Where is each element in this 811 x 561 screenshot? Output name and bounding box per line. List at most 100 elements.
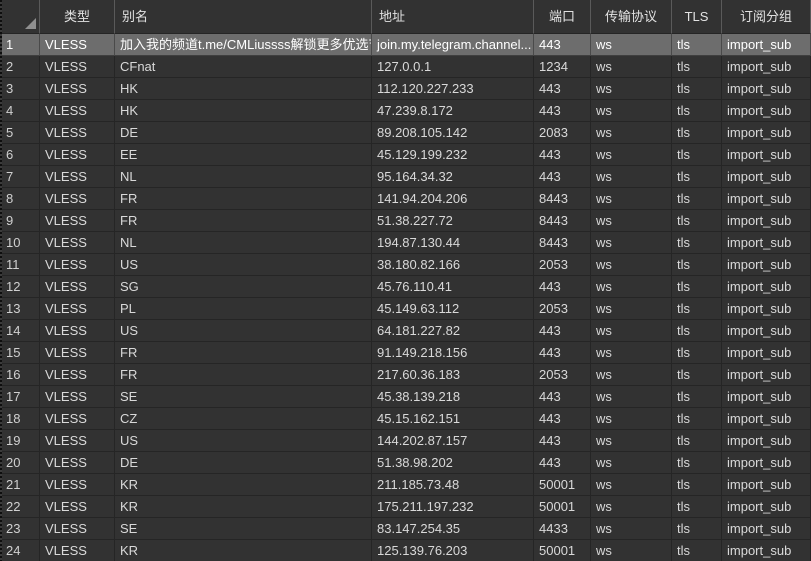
cell-tls[interactable]: tls	[672, 254, 722, 276]
cell-tls[interactable]: tls	[672, 364, 722, 386]
cell-port[interactable]: 8443	[534, 232, 591, 254]
cell-port[interactable]: 8443	[534, 210, 591, 232]
cell-port[interactable]: 4433	[534, 518, 591, 540]
cell-alias[interactable]: CFnat	[115, 56, 372, 78]
cell-transport[interactable]: ws	[591, 78, 672, 100]
row-number-cell[interactable]: 20	[0, 452, 40, 474]
cell-transport[interactable]: ws	[591, 254, 672, 276]
row-number-cell[interactable]: 11	[0, 254, 40, 276]
cell-alias[interactable]: NL	[115, 166, 372, 188]
cell-type[interactable]: VLESS	[40, 452, 115, 474]
cell-address[interactable]: 95.164.34.32	[372, 166, 534, 188]
cell-tls[interactable]: tls	[672, 56, 722, 78]
cell-group[interactable]: import_sub	[722, 474, 811, 496]
cell-address[interactable]: 127.0.0.1	[372, 56, 534, 78]
cell-tls[interactable]: tls	[672, 100, 722, 122]
table-row[interactable]: 14 VLESS US 64.181.227.82 443 ws tls imp…	[0, 320, 811, 342]
cell-alias[interactable]: FR	[115, 188, 372, 210]
cell-alias[interactable]: DE	[115, 122, 372, 144]
table-row[interactable]: 13 VLESS PL 45.149.63.112 2053 ws tls im…	[0, 298, 811, 320]
cell-alias[interactable]: HK	[115, 78, 372, 100]
cell-tls[interactable]: tls	[672, 518, 722, 540]
cell-port[interactable]: 443	[534, 78, 591, 100]
cell-tls[interactable]: tls	[672, 34, 722, 56]
cell-tls[interactable]: tls	[672, 144, 722, 166]
cell-address[interactable]: 45.15.162.151	[372, 408, 534, 430]
cell-alias[interactable]: 加入我的频道t.me/CMLiussss解锁更多优选节点	[115, 34, 372, 56]
table-row[interactable]: 18 VLESS CZ 45.15.162.151 443 ws tls imp…	[0, 408, 811, 430]
cell-type[interactable]: VLESS	[40, 254, 115, 276]
cell-address[interactable]: 211.185.73.48	[372, 474, 534, 496]
table-row[interactable]: 5 VLESS DE 89.208.105.142 2083 ws tls im…	[0, 122, 811, 144]
cell-alias[interactable]: US	[115, 320, 372, 342]
cell-port[interactable]: 50001	[534, 540, 591, 561]
column-header-transport[interactable]: 传输协议	[591, 0, 672, 34]
cell-port[interactable]: 50001	[534, 496, 591, 518]
cell-transport[interactable]: ws	[591, 386, 672, 408]
row-number-cell[interactable]: 21	[0, 474, 40, 496]
row-number-cell[interactable]: 16	[0, 364, 40, 386]
cell-transport[interactable]: ws	[591, 34, 672, 56]
row-number-cell[interactable]: 6	[0, 144, 40, 166]
cell-group[interactable]: import_sub	[722, 122, 811, 144]
cell-type[interactable]: VLESS	[40, 122, 115, 144]
table-row[interactable]: 8 VLESS FR 141.94.204.206 8443 ws tls im…	[0, 188, 811, 210]
cell-port[interactable]: 443	[534, 408, 591, 430]
cell-transport[interactable]: ws	[591, 540, 672, 561]
cell-address[interactable]: 51.38.98.202	[372, 452, 534, 474]
cell-port[interactable]: 443	[534, 276, 591, 298]
row-number-cell[interactable]: 15	[0, 342, 40, 364]
cell-port[interactable]: 443	[534, 34, 591, 56]
cell-tls[interactable]: tls	[672, 320, 722, 342]
column-header-port[interactable]: 端口	[534, 0, 591, 34]
cell-address[interactable]: 194.87.130.44	[372, 232, 534, 254]
cell-group[interactable]: import_sub	[722, 188, 811, 210]
cell-address[interactable]: 89.208.105.142	[372, 122, 534, 144]
table-row[interactable]: 19 VLESS US 144.202.87.157 443 ws tls im…	[0, 430, 811, 452]
cell-transport[interactable]: ws	[591, 452, 672, 474]
cell-tls[interactable]: tls	[672, 122, 722, 144]
cell-alias[interactable]: FR	[115, 210, 372, 232]
cell-alias[interactable]: FR	[115, 342, 372, 364]
cell-transport[interactable]: ws	[591, 56, 672, 78]
cell-tls[interactable]: tls	[672, 298, 722, 320]
cell-port[interactable]: 2053	[534, 298, 591, 320]
cell-group[interactable]: import_sub	[722, 100, 811, 122]
cell-tls[interactable]: tls	[672, 210, 722, 232]
cell-address[interactable]: 217.60.36.183	[372, 364, 534, 386]
table-row[interactable]: 4 VLESS HK 47.239.8.172 443 ws tls impor…	[0, 100, 811, 122]
cell-transport[interactable]: ws	[591, 364, 672, 386]
cell-alias[interactable]: KR	[115, 496, 372, 518]
cell-type[interactable]: VLESS	[40, 496, 115, 518]
cell-address[interactable]: 91.149.218.156	[372, 342, 534, 364]
table-row[interactable]: 10 VLESS NL 194.87.130.44 8443 ws tls im…	[0, 232, 811, 254]
cell-group[interactable]: import_sub	[722, 232, 811, 254]
cell-address[interactable]: 45.149.63.112	[372, 298, 534, 320]
cell-address[interactable]: 45.129.199.232	[372, 144, 534, 166]
cell-port[interactable]: 2083	[534, 122, 591, 144]
cell-tls[interactable]: tls	[672, 386, 722, 408]
cell-type[interactable]: VLESS	[40, 210, 115, 232]
table-row[interactable]: 6 VLESS EE 45.129.199.232 443 ws tls imp…	[0, 144, 811, 166]
column-header-group[interactable]: 订阅分组	[722, 0, 811, 34]
cell-group[interactable]: import_sub	[722, 408, 811, 430]
table-row[interactable]: 21 VLESS KR 211.185.73.48 50001 ws tls i…	[0, 474, 811, 496]
cell-alias[interactable]: FR	[115, 364, 372, 386]
cell-transport[interactable]: ws	[591, 188, 672, 210]
cell-transport[interactable]: ws	[591, 496, 672, 518]
row-number-cell[interactable]: 1	[0, 34, 40, 56]
row-number-cell[interactable]: 7	[0, 166, 40, 188]
cell-tls[interactable]: tls	[672, 496, 722, 518]
cell-type[interactable]: VLESS	[40, 276, 115, 298]
cell-tls[interactable]: tls	[672, 232, 722, 254]
cell-address[interactable]: 144.202.87.157	[372, 430, 534, 452]
table-row[interactable]: 16 VLESS FR 217.60.36.183 2053 ws tls im…	[0, 364, 811, 386]
cell-transport[interactable]: ws	[591, 430, 672, 452]
cell-tls[interactable]: tls	[672, 452, 722, 474]
row-number-cell[interactable]: 9	[0, 210, 40, 232]
cell-type[interactable]: VLESS	[40, 364, 115, 386]
cell-port[interactable]: 443	[534, 100, 591, 122]
row-number-cell[interactable]: 10	[0, 232, 40, 254]
table-row[interactable]: 7 VLESS NL 95.164.34.32 443 ws tls impor…	[0, 166, 811, 188]
row-number-cell[interactable]: 19	[0, 430, 40, 452]
